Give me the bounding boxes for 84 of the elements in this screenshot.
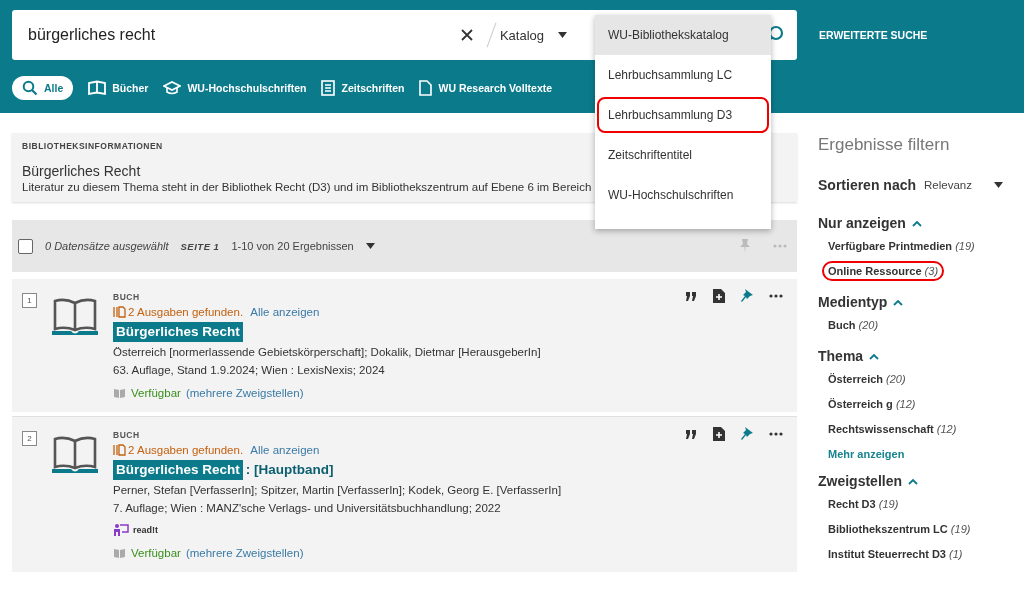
document-add-icon[interactable] <box>713 427 725 441</box>
result-title[interactable]: Bürgerliches Recht <box>113 460 243 480</box>
reader-icon <box>113 523 129 537</box>
quote-icon[interactable] <box>686 429 697 439</box>
availability-status: Verfügbar <box>131 546 181 561</box>
chevron-up-icon[interactable] <box>893 298 904 306</box>
document-add-icon[interactable] <box>713 289 725 303</box>
publication-info: 63. Auflage, Stand 1.9.2024; Wien : LexisNexis; 2024 <box>113 363 386 378</box>
availability-status: Verfügbar <box>131 386 181 401</box>
document-lines-icon <box>321 80 336 96</box>
scope-dropdown[interactable]: Katalog <box>499 27 567 43</box>
filter-option[interactable]: Buch (20) <box>822 315 885 335</box>
open-book-icon <box>51 297 99 337</box>
publication-info: 7. Auflage; Wien : MANZ'sche Verlags- und Universitätsbuchhandlung; 2022 <box>113 501 502 516</box>
category-tab[interactable]: Bücher <box>88 76 149 100</box>
filter-section-title[interactable]: Zweigstellen <box>818 473 903 489</box>
authors: Österreich [normerlassende Gebietskörperschaft]; Dokalik, Dietmar [HerausgeberIn] <box>113 345 541 360</box>
category-tab[interactable]: WU-Hochschulschriften <box>163 76 307 100</box>
filter-section-title[interactable]: Thema <box>818 348 864 364</box>
selection-count: 0 Datensätze ausgewählt <box>45 240 169 252</box>
select-all-checkbox[interactable] <box>18 238 33 254</box>
chevron-up-icon[interactable] <box>911 219 922 227</box>
info-text: Literatur zu diesem Thema steht in der Bibliothek Recht (D3) und im Bibliothekszentrum auf Ebene 6 im Bereich <box>22 181 592 193</box>
book-icon <box>113 387 126 399</box>
sort-dropdown[interactable]: Relevanz <box>924 179 1003 191</box>
filter-option[interactable]: Verfügbare Printmedien (19) <box>822 236 981 256</box>
filter-option[interactable]: Rechtswissenschaft (12) <box>822 419 963 439</box>
close-icon[interactable] <box>460 29 473 41</box>
page-label: SEITE 1 <box>180 240 220 252</box>
editions-found: 2 Ausgaben gefunden. <box>128 443 244 458</box>
filter-section-title[interactable]: Medientyp <box>818 294 888 310</box>
scope-option[interactable]: WU-Bibliothekskatalog <box>595 15 771 55</box>
caret-icon[interactable] <box>365 243 375 249</box>
filter-option[interactable]: Recht D3 (19) <box>822 494 905 514</box>
result-range: 1-10 von 20 Ergebnissen <box>231 240 354 252</box>
scope-option[interactable]: Zeitschriftentitel <box>595 135 771 175</box>
scope-option[interactable]: Lehrbuchsammlung D3 <box>595 95 771 135</box>
filter-option[interactable]: Österreich (20) <box>822 369 912 389</box>
more-icon[interactable] <box>769 294 783 298</box>
category-tab[interactable]: WU Research Volltexte <box>419 76 553 100</box>
graduation-cap-icon <box>163 80 182 96</box>
info-title: Bürgerliches Recht <box>22 163 142 179</box>
filter-option[interactable]: Online Ressource (3) <box>822 261 945 281</box>
document-icon <box>419 80 433 96</box>
category-tab[interactable]: Alle <box>12 76 74 100</box>
open-book-icon <box>51 435 99 475</box>
caret-icon <box>994 182 1003 188</box>
show-all-link[interactable]: Alle anzeigen <box>250 441 320 459</box>
filter-section-title[interactable]: Nur anzeigen <box>818 215 906 231</box>
result-number: 1 <box>22 293 37 308</box>
filter-option[interactable]: Bibliothekszentrum LC (19) <box>822 519 977 539</box>
more-icon[interactable] <box>769 432 783 436</box>
readit-label[interactable]: read!t <box>133 521 158 539</box>
branches-link[interactable]: (mehrere Zweigstellen) <box>185 384 304 402</box>
chevron-up-icon[interactable] <box>869 352 880 360</box>
branches-link[interactable]: (mehrere Zweigstellen) <box>185 544 304 562</box>
pin-icon[interactable] <box>741 427 753 441</box>
open-book-icon <box>88 80 107 96</box>
caret-icon <box>558 32 567 38</box>
show-more-link[interactable]: Mehr anzeigen <box>828 448 1008 460</box>
advanced-search-link[interactable]: ERWEITERTE SUCHE <box>819 29 928 41</box>
search-icon <box>22 80 38 96</box>
filter-option[interactable]: Österreich g (12) <box>822 394 922 414</box>
show-all-link[interactable]: Alle anzeigen <box>250 303 320 321</box>
quote-icon[interactable] <box>686 291 697 301</box>
sort-label: Sortieren nach <box>818 177 917 193</box>
filter-title: Ergebnisse filtern <box>818 135 951 155</box>
authors: Perner, Stefan [VerfasserIn]; Spitzer, Martin [VerfasserIn]; Kodek, Georg E. [VerfasserIn] <box>113 483 562 498</box>
chevron-up-icon[interactable] <box>908 477 919 485</box>
scope-option[interactable]: Lehrbuchsammlung LC <box>595 55 771 95</box>
books-icon <box>113 306 126 318</box>
books-icon <box>113 444 126 456</box>
category-tab[interactable]: Zeitschriften <box>321 76 405 100</box>
pin-icon[interactable] <box>741 289 753 303</box>
result-number: 2 <box>22 431 37 446</box>
filter-option[interactable]: Institut Steuerrecht D3 (1) <box>822 544 969 564</box>
panel-heading: BIBLIOTHEKSINFORMATIONEN <box>22 141 164 151</box>
media-type: BUCH <box>113 429 141 441</box>
result-subtitle: : [Hauptband] <box>245 461 334 479</box>
media-type: BUCH <box>113 291 141 303</box>
result-title[interactable]: Bürgerliches Recht <box>113 322 243 342</box>
book-icon <box>113 547 126 559</box>
scope-option[interactable]: WU-Hochschulschriften <box>595 175 771 215</box>
editions-found: 2 Ausgaben gefunden. <box>128 305 244 320</box>
